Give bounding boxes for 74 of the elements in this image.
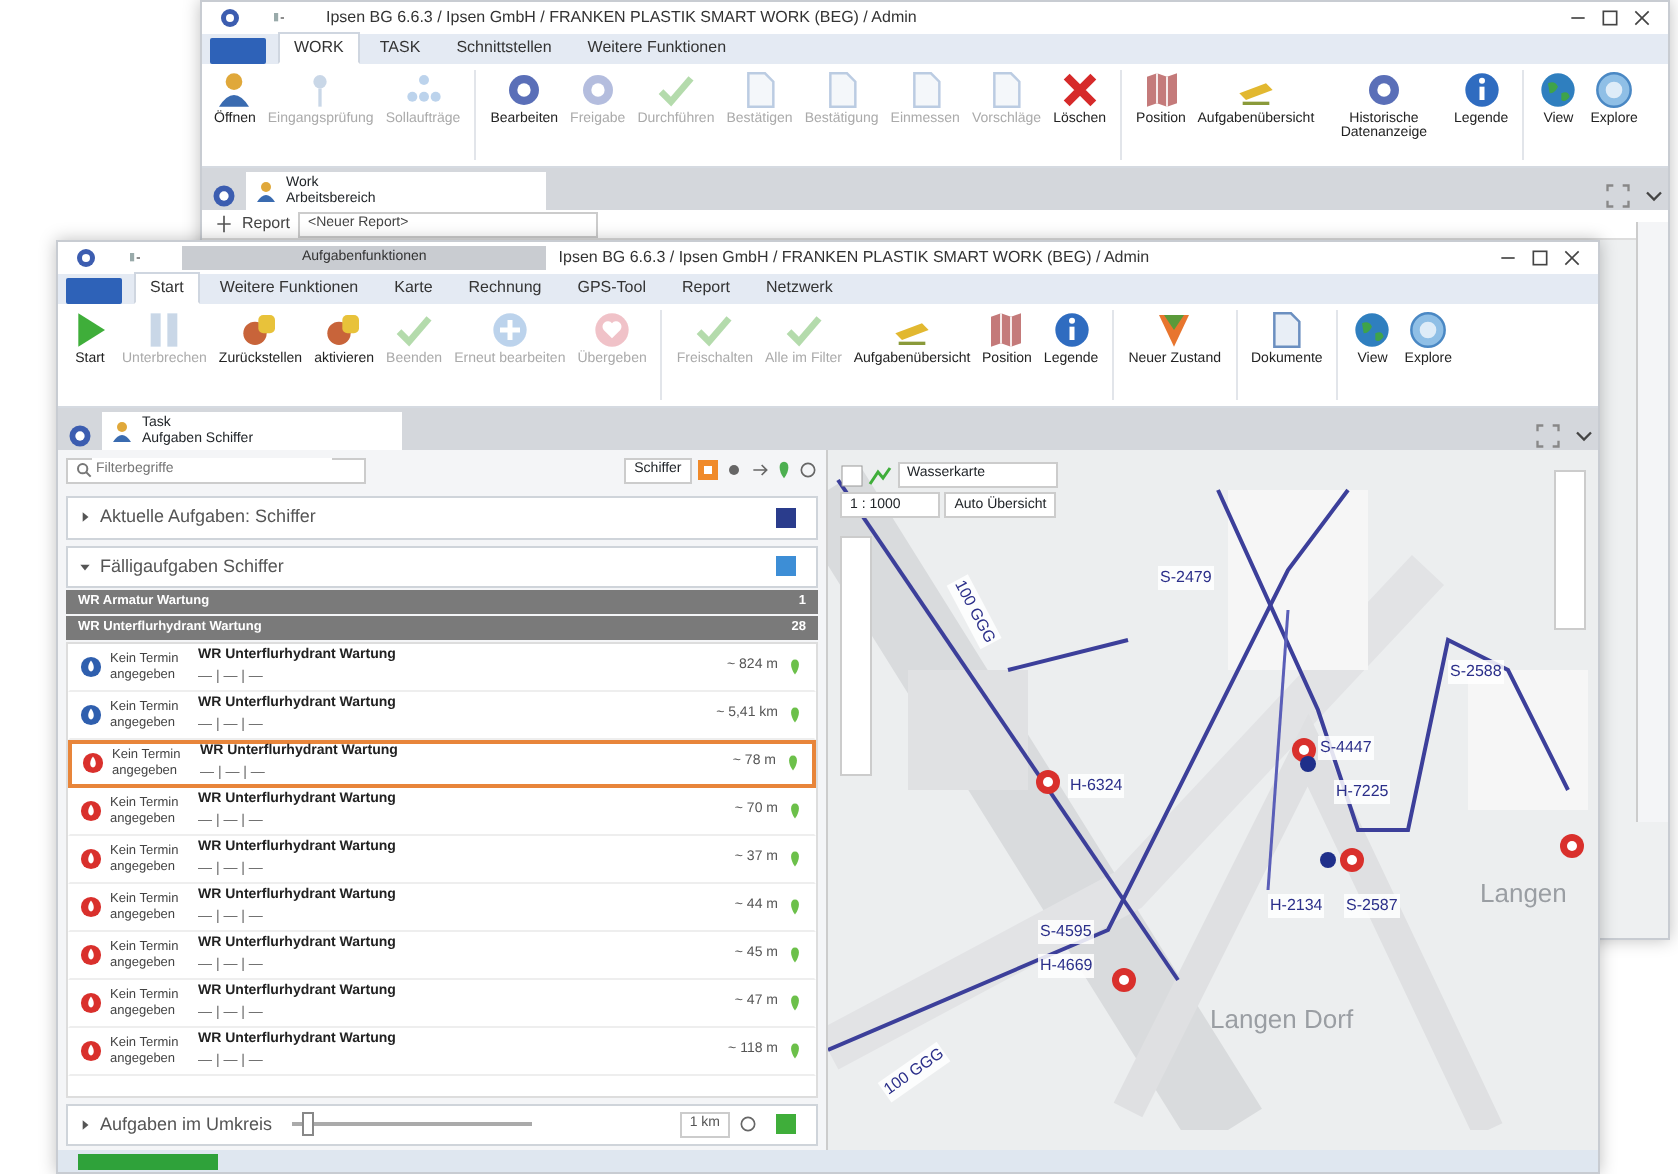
app-icon [74, 246, 98, 270]
map-label: H-4669 [1038, 954, 1095, 978]
section-title: Aufgaben im Umkreis [100, 1111, 273, 1138]
maximize-icon[interactable] [1530, 248, 1550, 268]
map-label: 100 GGG [877, 1041, 951, 1103]
map-label: Langen [1478, 876, 1569, 912]
map-label: Langen Dorf [1208, 1002, 1356, 1038]
person-icon [254, 179, 278, 203]
map-label: S-2479 [1158, 566, 1214, 590]
close-icon[interactable] [1632, 8, 1652, 28]
ribbon-tab[interactable]: Netzwerk [750, 272, 849, 304]
arrow-icon[interactable] [749, 460, 769, 480]
info-icon [1051, 310, 1092, 350]
globe-icon [1538, 70, 1579, 110]
ribbon-tab[interactable]: Karte [378, 272, 449, 304]
map-label: S-4447 [1318, 736, 1374, 760]
valve-marker-icon[interactable] [1300, 756, 1316, 772]
ribbon-tab[interactable]: Report [665, 272, 746, 304]
person-icon [110, 419, 134, 443]
map-icon [986, 310, 1027, 350]
ribbon-tab[interactable]: WORK [278, 32, 360, 64]
globe-icon [1408, 310, 1449, 350]
globe-icon [1594, 70, 1635, 110]
hydrant-marker-icon[interactable] [1340, 848, 1364, 872]
chart-icon[interactable] [868, 463, 893, 487]
window-title: Ipsen BG 6.6.3 / Ipsen GmbH / FRANKEN PLASTIK SMART WORK (BEG) / Admin [558, 246, 1152, 270]
check-icon [394, 310, 435, 350]
ribbon-tab[interactable]: Rechnung [452, 272, 558, 304]
map-label: S-4595 [1038, 920, 1094, 944]
map-label: H-2134 [1268, 894, 1325, 918]
map-label: S-2588 [1448, 660, 1504, 684]
refresh-icon[interactable] [738, 1114, 758, 1135]
ribbon-tab[interactable]: Weitere Funktionen [203, 272, 375, 304]
ribbon-tab[interactable]: GPS-Tool [561, 272, 662, 304]
refresh-icon[interactable] [798, 460, 818, 480]
plus-icon [489, 310, 530, 350]
ribbon-tab[interactable]: Start [134, 272, 200, 304]
check-icon [783, 310, 824, 350]
check-icon [655, 70, 696, 110]
close-icon[interactable] [1562, 248, 1582, 268]
flag-icon [1154, 310, 1195, 350]
check-icon [694, 310, 735, 350]
search-icon [76, 462, 92, 478]
window-title: Ipsen BG 6.6.3 / Ipsen GmbH / FRANKEN PLASTIK SMART WORK (BEG) / Admin [326, 6, 919, 30]
filter-icon[interactable] [696, 458, 720, 482]
maximize-icon[interactable] [1600, 8, 1620, 28]
report-label: Report [242, 212, 291, 236]
globe-icon [1352, 310, 1393, 350]
ribbon-tab[interactable]: Schnittstellen [440, 32, 568, 64]
map-label: H-6324 [1068, 774, 1125, 798]
info-icon [1461, 70, 1502, 110]
ribbon-tab[interactable]: Weitere Funktionen [571, 32, 743, 64]
app-icon [218, 6, 242, 30]
section-title: Aktuelle Aufgaben: Schiffer [100, 504, 316, 530]
hydrant-marker-icon[interactable] [1112, 968, 1136, 992]
ribbon-tab[interactable]: TASK [363, 32, 437, 64]
target-icon[interactable] [724, 460, 745, 480]
map-label: S-2587 [1344, 894, 1400, 918]
map-label: H-7225 [1334, 780, 1391, 804]
caret-icon[interactable] [78, 510, 92, 525]
hydrant-marker-icon[interactable] [1560, 834, 1584, 858]
workspace-icon[interactable] [66, 422, 94, 450]
section-title: Fälligaufgaben Schiffer [100, 553, 284, 580]
slider-thumb[interactable] [301, 1112, 314, 1137]
hydrant-marker-icon[interactable] [1036, 770, 1060, 794]
valve-marker-icon[interactable] [1320, 852, 1336, 868]
caret-icon[interactable] [78, 1117, 92, 1132]
close-icon [1059, 70, 1100, 110]
caret-icon[interactable] [78, 559, 92, 574]
workspace-icon[interactable] [210, 182, 238, 210]
person-icon [214, 70, 255, 110]
layers-icon[interactable] [840, 463, 864, 487]
map-icon [1141, 70, 1181, 110]
building [908, 670, 1028, 790]
